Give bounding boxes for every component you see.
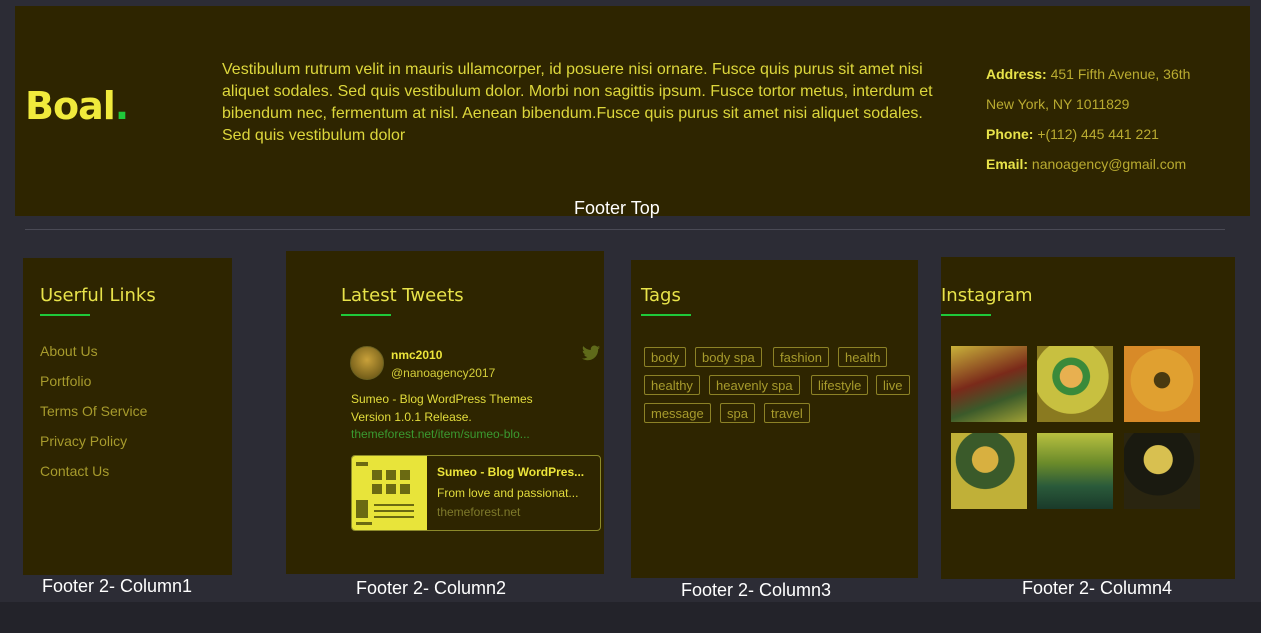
footer-column-1: Userful Links About Us Portfolio Terms O… — [23, 258, 232, 575]
instagram-photo-chef[interactable] — [1037, 346, 1113, 422]
divider — [25, 229, 1225, 230]
link-portfolio[interactable]: Portfolio — [40, 373, 91, 389]
instagram-photo-man-with-dog[interactable] — [951, 433, 1027, 509]
column1-caption: Footer 2- Column1 — [42, 576, 193, 596]
instagram-photo-athlete[interactable] — [951, 346, 1027, 422]
footer-column-2: Latest Tweets nmc2010 @nanoagency2017 Su… — [286, 251, 604, 574]
instagram-photo-runner[interactable] — [1124, 346, 1200, 422]
tag-health[interactable]: health — [838, 347, 888, 367]
logo[interactable]: Boal. — [25, 84, 129, 128]
instagram-title: Instagram — [941, 285, 1033, 306]
tag-body-spa[interactable]: body spa — [695, 347, 762, 367]
link-terms-of-service[interactable]: Terms Of Service — [40, 403, 147, 419]
footer-top: Boal. Vestibulum rutrum velit in mauris … — [15, 6, 1250, 216]
footer-column-4: Instagram — [941, 257, 1235, 579]
tag-fashion[interactable]: fashion — [773, 347, 829, 367]
title-underline — [641, 314, 691, 316]
tag-live[interactable]: live — [876, 375, 910, 395]
link-contact-us[interactable]: Contact Us — [40, 463, 109, 479]
card-description: From love and passionat... — [437, 486, 579, 500]
column3-caption: Footer 2- Column3 — [681, 580, 832, 600]
column4-caption: Footer 2- Column4 — [1022, 578, 1173, 598]
instagram-photo-whale[interactable] — [1037, 433, 1113, 509]
tag-lifestyle[interactable]: lifestyle — [811, 375, 869, 395]
title-underline — [341, 314, 391, 316]
tweet-text: Sumeo - Blog WordPress Themes Version 1.… — [351, 392, 533, 424]
title-underline — [40, 314, 90, 316]
logo-dot: . — [114, 84, 129, 128]
footer-top-caption: Footer Top — [574, 198, 660, 218]
contact-info: Address: 451 Fifth Avenue, 36th New York… — [986, 63, 1236, 183]
link-privacy-policy[interactable]: Privacy Policy — [40, 433, 127, 449]
phone-value[interactable]: +(112) 445 441 221 — [1037, 126, 1159, 142]
latest-tweets-title: Latest Tweets — [341, 285, 464, 306]
tag-body[interactable]: body — [644, 347, 687, 367]
address-label: Address: — [986, 66, 1047, 82]
card-thumbnail — [352, 456, 427, 530]
useful-links-title: Userful Links — [40, 285, 156, 306]
tag-message[interactable]: message — [644, 403, 711, 423]
tweet-handle[interactable]: @nanoagency2017 — [391, 366, 495, 380]
tag-travel[interactable]: travel — [764, 403, 810, 423]
tweet-link-card[interactable]: Sumeo - Blog WordPres... From love and p… — [351, 455, 601, 531]
footer-column-3: Tags body body spa fashion health health… — [631, 260, 918, 578]
tag-healthy[interactable]: healthy — [644, 375, 700, 395]
address-line2: New York, NY 1011829 — [986, 96, 1130, 112]
tags-title: Tags — [641, 285, 681, 306]
bottom-strip — [0, 602, 1261, 633]
tweet-username[interactable]: nmc2010 — [391, 348, 442, 362]
title-underline — [941, 314, 991, 316]
tweet-link[interactable]: themeforest.net/item/sumeo-blo... — [351, 427, 530, 441]
card-site: themeforest.net — [437, 505, 521, 519]
card-title: Sumeo - Blog WordPres... — [437, 465, 585, 479]
address-line1: 451 Fifth Avenue, 36th — [1050, 66, 1191, 82]
twitter-icon[interactable] — [582, 345, 600, 361]
email-label: Email: — [986, 156, 1029, 172]
tag-spa[interactable]: spa — [720, 403, 755, 423]
column2-caption: Footer 2- Column2 — [356, 578, 507, 598]
avatar[interactable] — [350, 346, 384, 380]
instagram-photo-singer[interactable] — [1124, 433, 1200, 509]
link-about-us[interactable]: About Us — [40, 343, 98, 359]
tag-heavenly-spa[interactable]: heavenly spa — [709, 375, 800, 395]
email-value[interactable]: nanoagency@gmail.com — [1032, 156, 1186, 172]
phone-label: Phone: — [986, 126, 1034, 142]
about-text: Vestibulum rutrum velit in mauris ullamc… — [222, 61, 933, 144]
